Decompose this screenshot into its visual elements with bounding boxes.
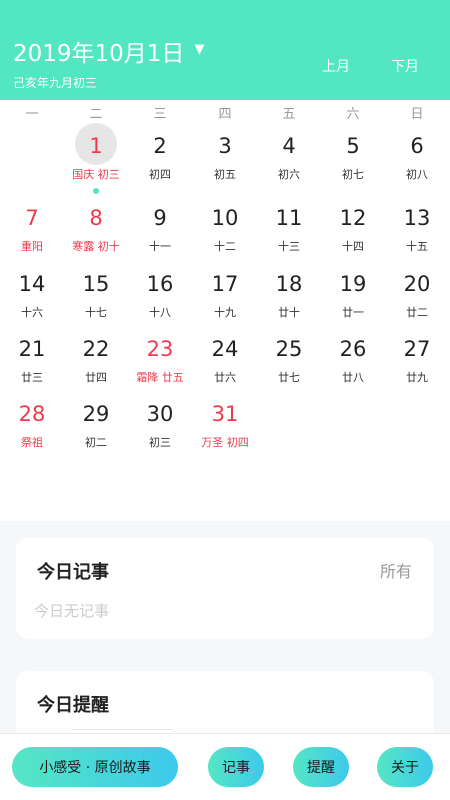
- day-number: 19: [339, 272, 367, 296]
- reminder-placeholder-line: [72, 729, 172, 730]
- day-number: 30: [146, 402, 174, 426]
- day-number: 28: [18, 402, 46, 426]
- day-number: 10: [211, 206, 239, 230]
- day-number: 20: [403, 272, 431, 296]
- event-dot-icon: [93, 188, 99, 194]
- day-number: 21: [18, 337, 46, 361]
- calendar-day-cell[interactable]: 13 十五: [385, 195, 449, 257]
- today-notes-card: 今日记事 所有 今日无记事: [16, 538, 434, 639]
- day-number: 12: [339, 206, 367, 230]
- today-notes-title: 今日记事: [37, 562, 109, 583]
- original-stories-button[interactable]: 小感受 · 原创故事: [12, 747, 178, 787]
- calendar-day-cell[interactable]: 27 廿九: [385, 326, 449, 388]
- no-notes-text: 今日无记事: [34, 602, 110, 620]
- day-number: 2: [153, 134, 167, 158]
- day-number: 22: [82, 337, 110, 361]
- day-number: 9: [153, 206, 167, 230]
- lunar-day-label: 十五: [406, 240, 428, 253]
- day-number: 5: [346, 134, 360, 158]
- about-button[interactable]: 关于: [377, 747, 433, 787]
- day-number: 11: [275, 206, 303, 230]
- day-number: 18: [275, 272, 303, 296]
- day-number: 24: [211, 337, 239, 361]
- lunar-day-label: 廿九: [406, 371, 428, 384]
- day-number: 8: [89, 206, 103, 230]
- day-number: 3: [218, 134, 232, 158]
- day-number: 17: [211, 272, 239, 296]
- day-number: 31: [211, 402, 239, 426]
- day-number: 29: [82, 402, 110, 426]
- day-number: 26: [339, 337, 367, 361]
- notes-button[interactable]: 记事: [208, 747, 264, 787]
- calendar-day-cell[interactable]: 31 万圣 初四: [193, 391, 257, 453]
- day-number: 14: [18, 272, 46, 296]
- all-notes-link[interactable]: 所有: [380, 558, 412, 582]
- day-number: 23: [146, 337, 174, 361]
- day-number: 16: [146, 272, 174, 296]
- calendar-grid: 1 国庆 初三 2 初四 3 初五 4 初六 5 初七 6 初八 7 重阳 8 寒露 初十 9 十一 10 十二 11 十…: [0, 0, 450, 520]
- lunar-day-label: 万圣 初四: [201, 436, 249, 449]
- lunar-day-label: 初八: [406, 168, 428, 181]
- day-number: 13: [403, 206, 431, 230]
- calendar-day-cell[interactable]: 20 廿二: [385, 261, 449, 323]
- lunar-day-label: 廿二: [406, 306, 428, 319]
- day-number: 27: [403, 337, 431, 361]
- day-number: 6: [410, 134, 424, 158]
- day-number: 4: [282, 134, 296, 158]
- calendar-day-cell[interactable]: 6 初八: [385, 123, 449, 185]
- day-number: 25: [275, 337, 303, 361]
- today-reminders-title: 今日提醒: [37, 695, 109, 716]
- day-number: 15: [82, 272, 110, 296]
- reminders-button[interactable]: 提醒: [293, 747, 349, 787]
- day-number: 7: [25, 206, 39, 230]
- day-number: 1: [89, 134, 103, 158]
